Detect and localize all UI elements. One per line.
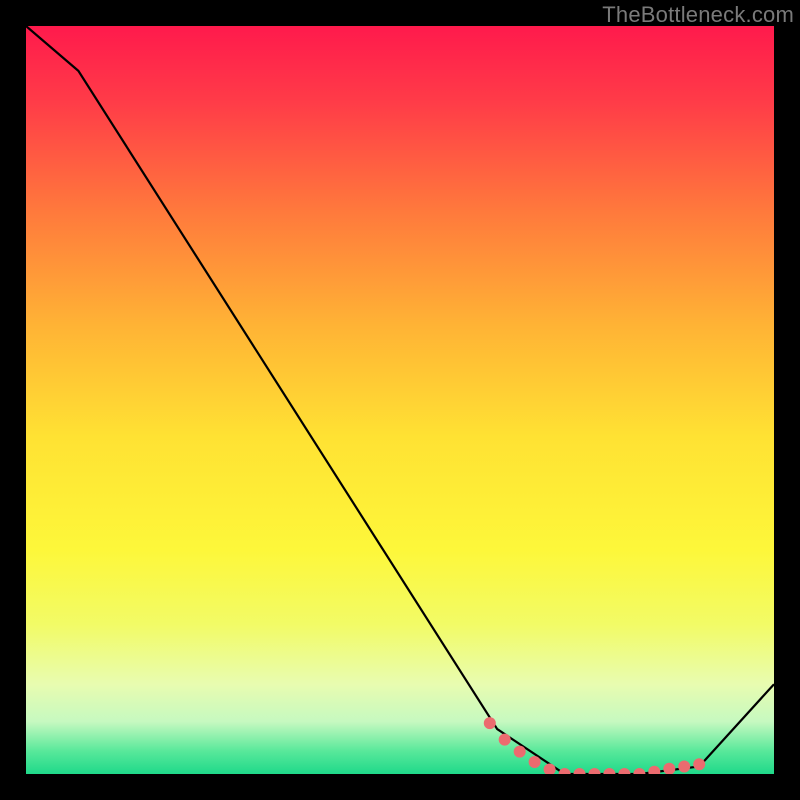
marker-point	[693, 758, 705, 770]
marker-point	[484, 717, 496, 729]
chart-frame: TheBottleneck.com	[0, 0, 800, 800]
marker-point	[678, 761, 690, 773]
marker-point	[529, 756, 541, 768]
chart-svg	[26, 26, 774, 774]
marker-point	[514, 746, 526, 758]
plot-area	[26, 26, 774, 774]
watermark-text: TheBottleneck.com	[602, 2, 794, 28]
gradient-background	[26, 26, 774, 774]
marker-point	[499, 734, 511, 746]
